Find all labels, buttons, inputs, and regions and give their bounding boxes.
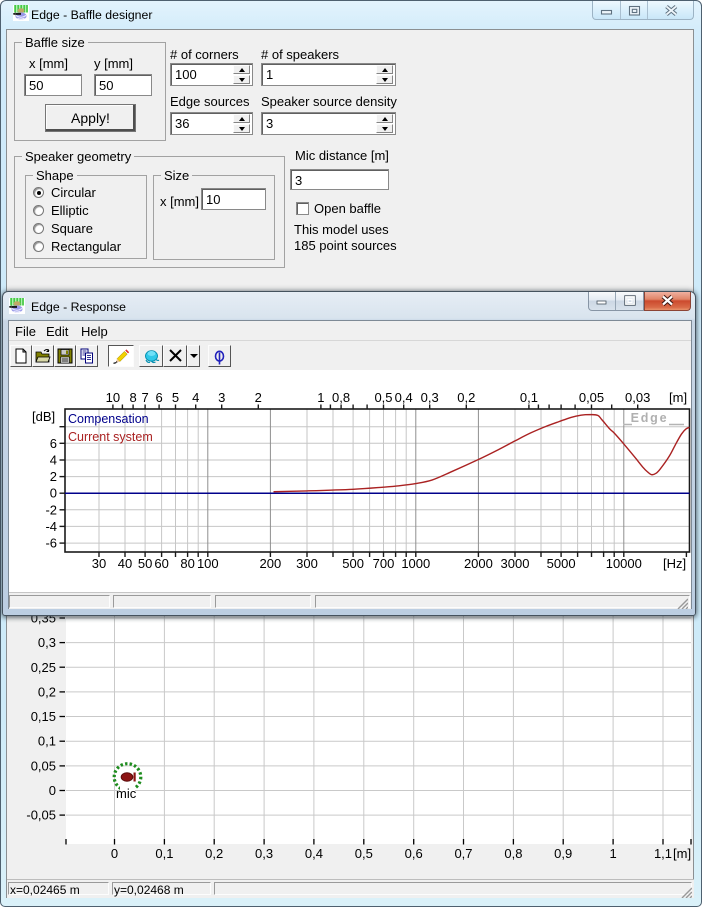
svg-text:mic: mic [116,786,137,801]
svg-text:2: 2 [255,390,262,405]
svg-text:6: 6 [50,436,57,451]
svg-text:[Hz]: [Hz] [663,556,686,571]
svg-text:10000: 10000 [606,556,642,571]
svg-text:5000: 5000 [547,556,576,571]
svg-text:0,4: 0,4 [395,390,413,405]
svg-text:3000: 3000 [501,556,530,571]
svg-text:500: 500 [342,556,364,571]
svg-text:80: 80 [180,556,194,571]
svg-text:-4: -4 [45,519,57,534]
svg-text:0,5: 0,5 [355,846,373,861]
svg-text:100: 100 [197,556,219,571]
svg-text:0,6: 0,6 [405,846,423,861]
svg-text:0,15: 0,15 [31,709,56,724]
svg-text:0,05: 0,05 [579,390,604,405]
svg-text:40: 40 [118,556,132,571]
svg-text:30: 30 [92,556,106,571]
svg-text:Compensation: Compensation [68,412,149,426]
svg-text:4: 4 [50,453,57,468]
svg-text:Current system: Current system [68,430,153,444]
svg-text:4: 4 [192,390,199,405]
svg-text:1: 1 [609,846,616,861]
svg-text:0,4: 0,4 [305,846,323,861]
svg-text:[dB]: [dB] [32,409,55,424]
svg-text:0: 0 [49,783,56,798]
svg-text:0: 0 [111,846,118,861]
svg-text:0,8: 0,8 [504,846,522,861]
svg-text:0,3: 0,3 [255,846,273,861]
svg-text:0,1: 0,1 [155,846,173,861]
svg-text:0,25: 0,25 [31,660,56,675]
svg-text:200: 200 [260,556,282,571]
svg-text:2: 2 [50,469,57,484]
svg-text:0,3: 0,3 [421,390,439,405]
svg-text:7: 7 [141,390,148,405]
svg-text:0,2: 0,2 [205,846,223,861]
svg-text:0,2: 0,2 [457,390,475,405]
svg-text:0,1: 0,1 [38,734,56,749]
svg-text:[m]: [m] [669,390,687,405]
svg-text:6: 6 [155,390,162,405]
svg-text:0,8: 0,8 [332,390,350,405]
svg-text:0,2: 0,2 [38,684,56,699]
svg-text:0,03: 0,03 [625,390,650,405]
svg-text:1,1: 1,1 [654,846,672,861]
svg-text:0,3: 0,3 [38,635,56,650]
svg-text:8: 8 [129,390,136,405]
svg-text:1: 1 [317,390,324,405]
svg-text:-0,05: -0,05 [26,808,56,823]
svg-text:0,1: 0,1 [520,390,538,405]
svg-text:1000: 1000 [401,556,430,571]
svg-text:0,9: 0,9 [554,846,572,861]
svg-text:2000: 2000 [464,556,493,571]
svg-text:[m]: [m] [673,846,691,861]
svg-text:3: 3 [218,390,225,405]
svg-text:300: 300 [296,556,318,571]
svg-text:700: 700 [373,556,395,571]
svg-text:0: 0 [50,486,57,501]
svg-text:5: 5 [172,390,179,405]
svg-text:0,5: 0,5 [374,390,392,405]
svg-text:0,7: 0,7 [454,846,472,861]
svg-text:50: 50 [138,556,152,571]
svg-text:10: 10 [106,390,120,405]
svg-text:Edge: Edge [631,411,669,425]
svg-text:-2: -2 [45,502,57,517]
svg-text:-6: -6 [45,536,57,551]
svg-text:0,05: 0,05 [31,758,56,773]
svg-text:60: 60 [154,556,168,571]
